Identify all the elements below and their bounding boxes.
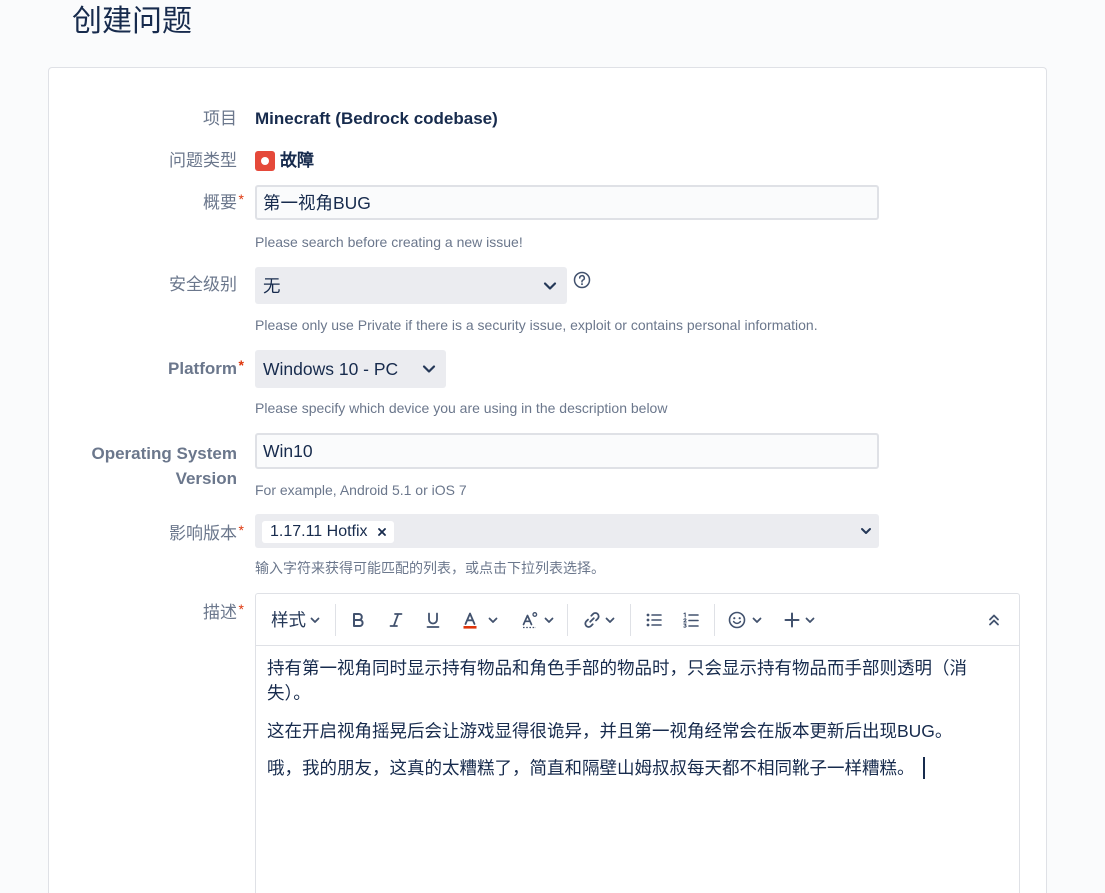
description-paragraph: 持有第一视角同时显示持有物品和角色手部的物品时，只会显示持有物品而手部则透明（消… — [267, 656, 972, 706]
emoji-icon — [728, 611, 746, 628]
chevron-down-icon[interactable] — [858, 523, 874, 539]
bullet-list-icon — [646, 613, 662, 626]
project-label-text: 项目 — [203, 109, 237, 128]
issue-type-label-text: 问题类型 — [169, 151, 237, 170]
os-version-input[interactable] — [255, 433, 879, 469]
description-text-area[interactable]: 持有第一视角同时显示持有物品和角色手部的物品时，只会显示持有物品而手部则透明（消… — [256, 646, 1019, 781]
summary-label: 概要 * — [87, 191, 244, 215]
description-label: 描述 * — [87, 601, 244, 625]
toolbar-separator — [567, 604, 568, 636]
os-version-label-text: Operating System Version — [91, 444, 238, 488]
security-level-help-text: Please only use Private if there is a se… — [255, 317, 818, 333]
more-formatting-button[interactable] — [520, 594, 555, 645]
chevron-down-icon — [422, 365, 436, 373]
security-level-value: 无 — [263, 276, 281, 296]
bullet-list-button[interactable] — [644, 594, 664, 645]
italic-button[interactable] — [386, 594, 406, 645]
os-version-help-text: For example, Android 5.1 or iOS 7 — [255, 482, 467, 498]
question-circle-icon[interactable] — [573, 271, 591, 289]
insert-more-button[interactable] — [782, 594, 816, 645]
bold-icon — [353, 612, 364, 627]
underline-icon — [426, 612, 440, 628]
security-level-label-text: 安全级别 — [169, 275, 237, 294]
description-paragraph: 哦，我的朋友，这真的太糟糕了，简直和隔壁山姆叔叔每天都不相同靴子一样糟糕。 — [267, 756, 972, 781]
italic-icon — [389, 612, 403, 627]
toolbar-separator — [714, 604, 715, 636]
editor-toolbar: 样式 — [256, 594, 1019, 646]
collapse-toolbar-icon — [989, 614, 999, 625]
summary-label-text: 概要 — [203, 193, 237, 212]
create-issue-page: 创建问题 项目 Minecraft (Bedrock codebase) 问题类… — [0, 0, 1105, 893]
required-mark: * — [238, 522, 244, 538]
toolbar-separator — [335, 604, 336, 636]
more-formatting-icon — [522, 611, 538, 628]
affects-versions-multiselect[interactable]: 1.17.11 Hotfix — [255, 514, 879, 548]
issue-type-label: 问题类型 — [87, 149, 237, 173]
text-style-dropdown-button[interactable]: 样式 — [271, 594, 321, 645]
required-mark: * — [238, 191, 244, 207]
chevron-down-icon — [543, 281, 557, 290]
close-icon[interactable] — [377, 527, 387, 537]
insert-link-button[interactable] — [582, 594, 616, 645]
numbered-list-icon — [683, 612, 699, 628]
text-color-button[interactable] — [460, 594, 499, 645]
underline-button[interactable] — [423, 594, 443, 645]
issue-type-value: 故障 — [255, 149, 314, 173]
bug-icon — [255, 151, 275, 171]
chevron-down-icon — [488, 617, 498, 623]
affects-versions-help-text: 输入字符来获得可能匹配的列表，或点击下拉列表选择。 — [255, 560, 605, 576]
chevron-down-icon — [605, 617, 615, 623]
platform-label: Platform * — [87, 357, 244, 381]
chevron-down-icon — [310, 617, 320, 623]
description-paragraph: 这在开启视角摇晃后会让游戏显得很诡异，并且第一视角经常会在版本更新后出现BUG。 — [267, 719, 972, 744]
chevron-down-icon — [544, 617, 554, 623]
toolbar-separator — [630, 604, 631, 636]
chevron-down-icon — [805, 617, 815, 623]
text-cursor — [922, 757, 925, 779]
affects-versions-label: 影响版本 * — [87, 522, 244, 546]
plus-icon — [784, 612, 800, 627]
page-title: 创建问题 — [72, 5, 192, 38]
link-icon — [584, 611, 600, 628]
description-label-text: 描述 — [203, 603, 237, 622]
required-mark: * — [238, 357, 244, 373]
text-style-label: 样式 — [271, 609, 306, 630]
platform-label-text: Platform — [168, 359, 237, 378]
description-paragraph-text: 哦，我的朋友，这真的太糟糕了，简直和隔壁山姆叔叔每天都不相同靴子一样糟糕。 — [267, 758, 915, 778]
issue-type-text: 故障 — [280, 151, 314, 170]
security-level-label: 安全级别 — [87, 273, 237, 297]
description-paragraph-text: 这在开启视角摇晃后会让游戏显得很诡异，并且第一视角经常会在版本更新后出现BUG。 — [267, 720, 953, 741]
summary-input[interactable] — [255, 185, 879, 220]
chevron-down-icon — [752, 617, 762, 623]
project-label: 项目 — [87, 107, 237, 131]
security-level-select[interactable]: 无 — [255, 267, 567, 304]
project-value: Minecraft (Bedrock codebase) — [255, 109, 498, 128]
numbered-list-button[interactable] — [681, 594, 701, 645]
emoji-button[interactable] — [727, 594, 763, 645]
affects-versions-label-text: 影响版本 — [169, 524, 237, 543]
summary-help-text: Please search before creating a new issu… — [255, 234, 523, 250]
version-chip[interactable]: 1.17.11 Hotfix — [262, 521, 394, 543]
platform-help-text: Please specify which device you are usin… — [255, 400, 668, 416]
os-version-label: Operating System Version — [87, 441, 238, 491]
platform-value: Windows 10 - PC — [263, 358, 399, 379]
description-editor: 样式 持有第一视角同时显示持有物品和角色手部的物品时，只会显示持有物品而手部则透… — [255, 593, 1020, 893]
bold-button[interactable] — [348, 594, 368, 645]
text-color-icon — [463, 612, 477, 629]
version-chip-label: 1.17.11 Hotfix — [270, 523, 368, 540]
required-mark: * — [238, 601, 244, 617]
collapse-toolbar-button[interactable] — [984, 594, 1004, 645]
description-paragraph-text: 持有第一视角同时显示持有物品和角色手部的物品时，只会显示持有物品而手部则透明（消… — [267, 658, 967, 703]
platform-select[interactable]: Windows 10 - PC — [255, 350, 446, 388]
